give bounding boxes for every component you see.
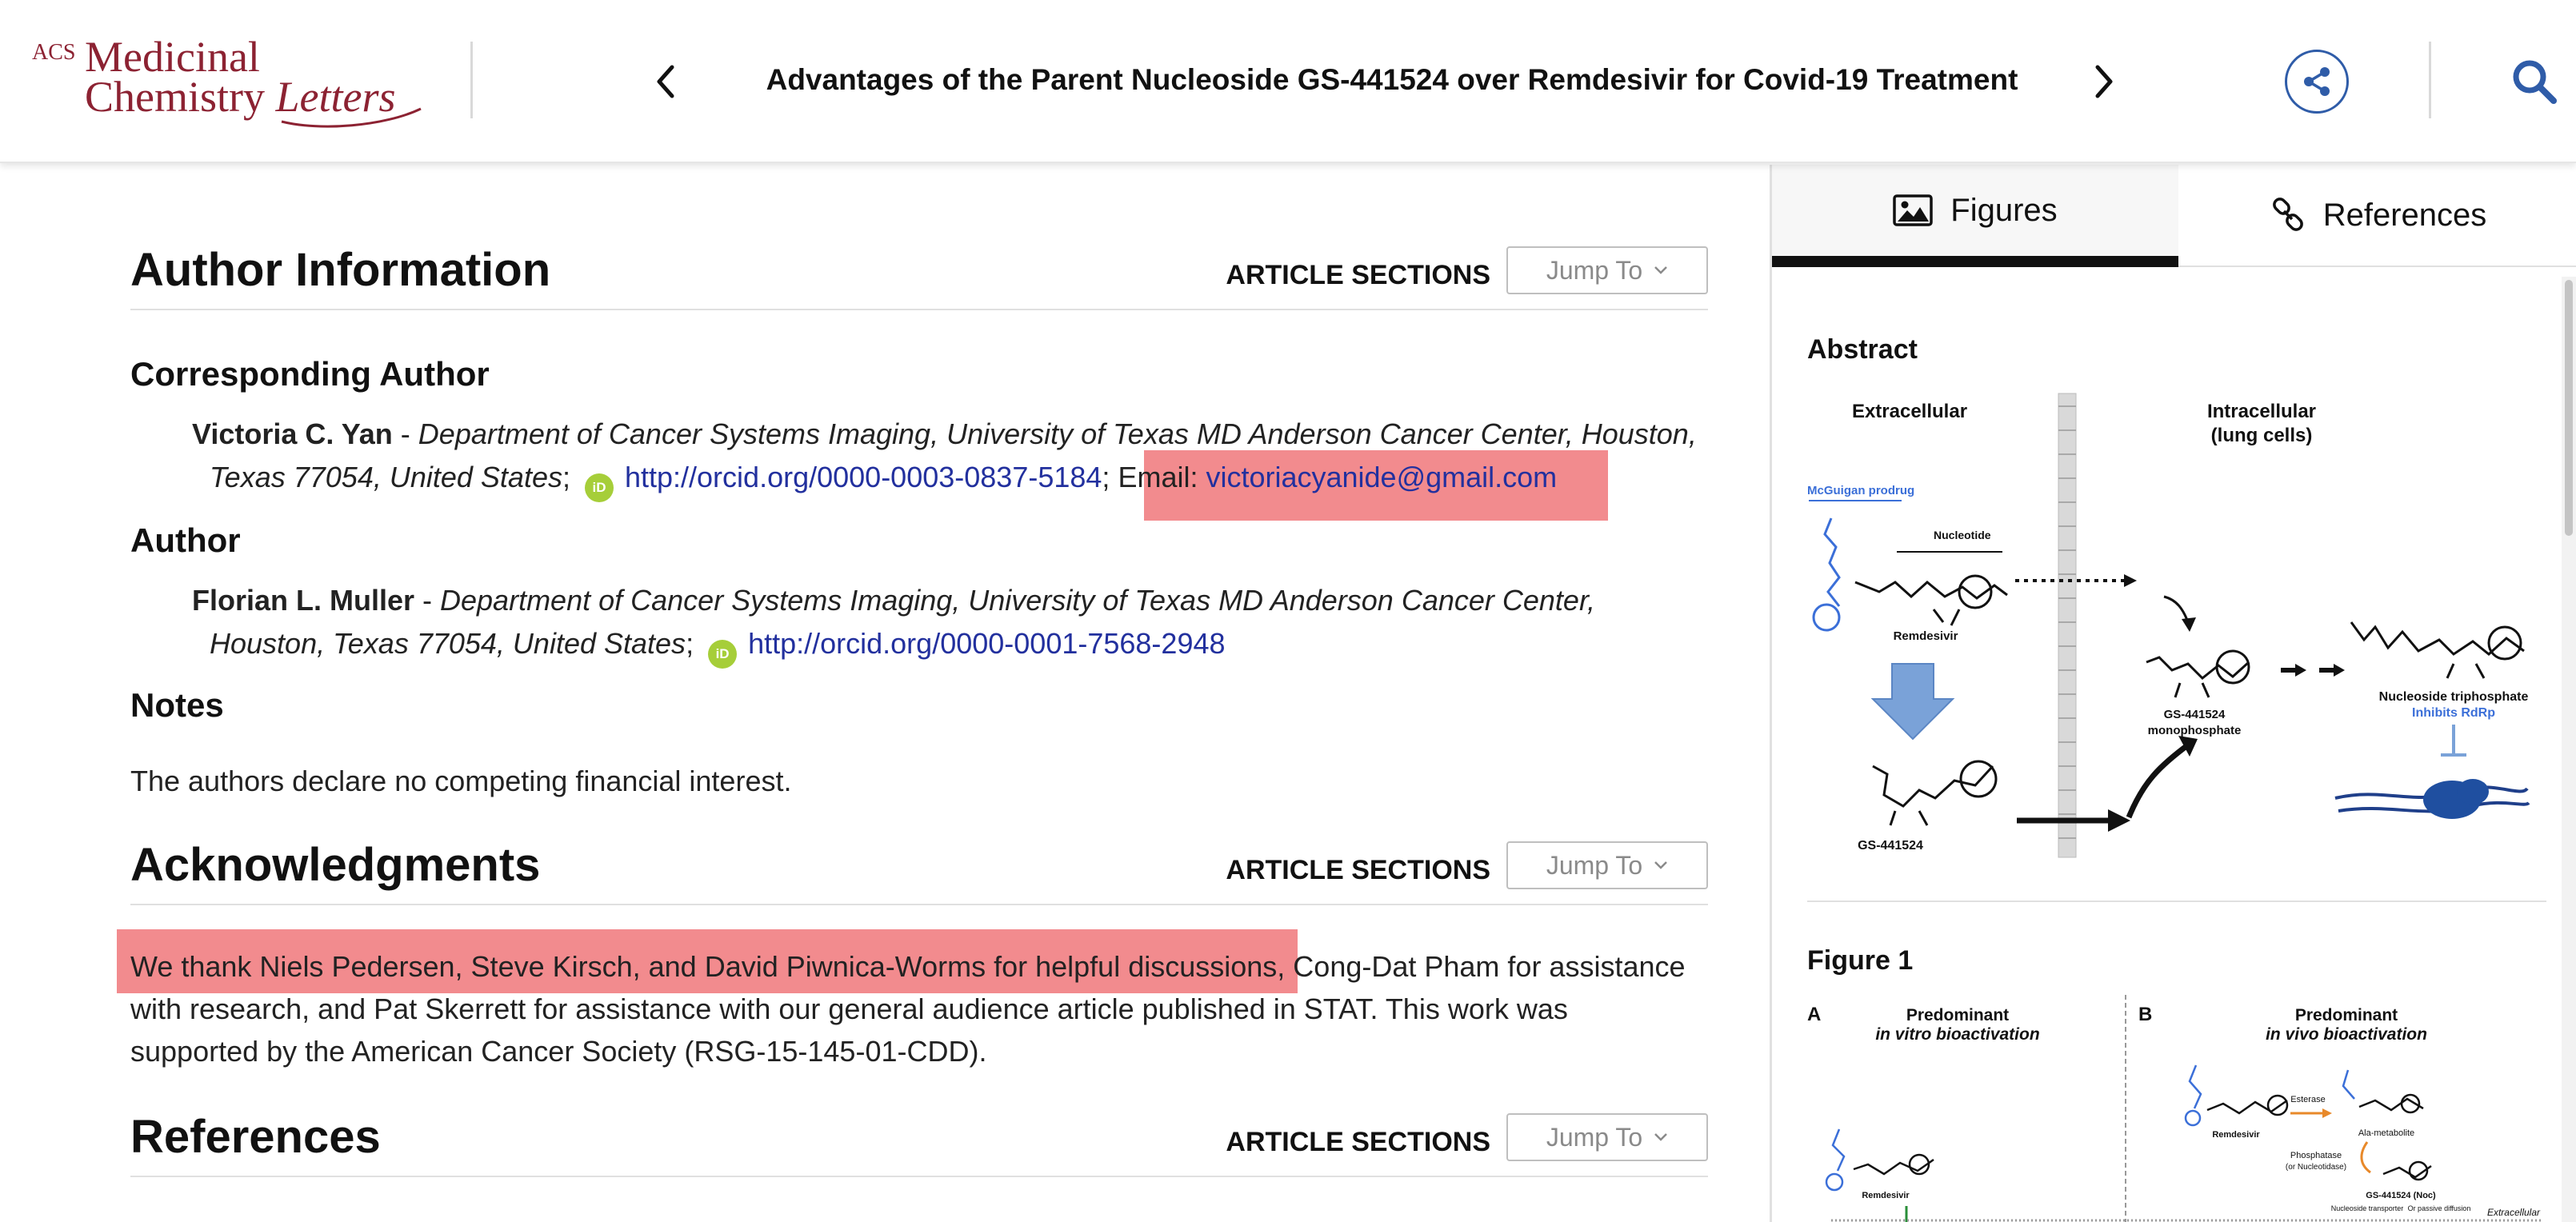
fig-text: Extracellular (1852, 401, 1967, 422)
abstract-graphic[interactable]: Extracellular Intracellular (lung cells)… (1807, 382, 2546, 862)
search-icon (2513, 60, 2557, 104)
svg-text:GS-441524: GS-441524 (2164, 708, 2226, 721)
header-divider (2429, 42, 2431, 118)
svg-text:Remdesivir: Remdesivir (2212, 1130, 2260, 1140)
svg-text:Ala-metabolite: Ala-metabolite (2358, 1128, 2414, 1138)
svg-text:in vitro bioactivation: in vitro bioactivation (1875, 1025, 2039, 1044)
header-divider (470, 42, 473, 118)
logo-swoosh (281, 107, 422, 128)
author-affiliation: Department of Cancer Systems Imaging, Un… (418, 417, 1697, 450)
corresponding-author-entry: Victoria C. Yan - Department of Cancer S… (192, 413, 1712, 502)
section-title: Author Information (130, 244, 551, 296)
svg-text:Remdesivir: Remdesivir (1862, 1191, 1910, 1200)
svg-text:Inhibits RdRp: Inhibits RdRp (2412, 706, 2495, 720)
figure-1-graphic[interactable]: A Predominant in vitro bioactivation B P… (1807, 993, 2546, 1222)
scrollbar-thumb[interactable] (2565, 280, 2573, 536)
svg-text:in vivo bioactivation: in vivo bioactivation (2266, 1025, 2427, 1044)
svg-text:GS-441524: GS-441524 (1858, 839, 1923, 853)
svg-text:Nucleotide: Nucleotide (1934, 529, 1991, 541)
email-link[interactable]: victoriacyanide@gmail.com (1206, 461, 1557, 493)
article-sections-label: ARTICLE SECTIONS (1226, 260, 1490, 290)
svg-text:Esterase: Esterase (2290, 1095, 2325, 1104)
search-button[interactable] (2504, 51, 2565, 112)
jump-to-dropdown[interactable]: Jump To (1506, 841, 1708, 889)
article-sections-label: ARTICLE SECTIONS (1226, 855, 1490, 885)
highlighted-acknowledgment: We thank Niels Pedersen, Steve Kirsch, a… (130, 950, 1286, 983)
figures-references-panel: Figures References Abstract Extracellula… (1770, 165, 2576, 1222)
article-sections-label: ARTICLE SECTIONS (1226, 1127, 1490, 1157)
svg-text:Phosphatase: Phosphatase (2290, 1151, 2342, 1160)
chevron-down-icon (1654, 1133, 1668, 1141)
svg-text:Nucleoside transporter: Nucleoside transporter (2331, 1204, 2404, 1212)
logo-acs: ACS (32, 40, 76, 65)
abstract-label: Abstract (1807, 334, 1918, 365)
article-content: Author Information ARTICLE SECTIONS Jump… (0, 165, 1770, 1222)
svg-text:Extracellular: Extracellular (2487, 1207, 2541, 1218)
author-name: Florian L. Muller (192, 584, 415, 617)
tab-label: Figures (1950, 192, 2058, 228)
svg-text:Remdesivir: Remdesivir (1894, 629, 1958, 643)
notes-text: The authors declare no competing financi… (130, 765, 792, 797)
svg-text:A: A (1807, 1004, 1821, 1025)
svg-text:(lung cells): (lung cells) (2211, 425, 2313, 446)
orcid-icon: iD (584, 473, 614, 502)
share-icon (2304, 67, 2330, 96)
journal-logo[interactable]: ACS Medicinal Chemistry Letters (32, 34, 422, 128)
prev-article-button[interactable] (650, 59, 682, 104)
figure-1-label: Figure 1 (1807, 945, 1914, 976)
author-entry: Florian L. Muller - Department of Cancer… (192, 579, 1712, 669)
orcid-icon: iD (708, 640, 738, 669)
chevron-down-icon (1654, 861, 1668, 869)
jump-to-dropdown[interactable]: Jump To (1506, 1113, 1708, 1161)
image-icon (1893, 194, 1934, 226)
jump-to-label: Jump To (1546, 255, 1643, 285)
jump-to-dropdown[interactable]: Jump To (1506, 246, 1708, 294)
svg-text:Intracellular: Intracellular (2207, 401, 2316, 422)
acknowledgments-text: We thank Niels Pedersen, Steve Kirsch, a… (130, 950, 1686, 1068)
corresponding-author-heading: Corresponding Author (130, 355, 490, 393)
svg-text:(or Nucleotidase): (or Nucleotidase) (2286, 1163, 2346, 1172)
svg-text:Or passive diffusion: Or passive diffusion (2408, 1204, 2471, 1212)
chevron-down-icon (1654, 266, 1668, 274)
author-name: Victoria C. Yan (192, 417, 393, 450)
section-title: References (130, 1111, 381, 1163)
svg-text:B: B (2138, 1004, 2152, 1025)
svg-text:McGuigan prodrug: McGuigan prodrug (1807, 484, 1914, 497)
jump-to-label: Jump To (1546, 1122, 1643, 1152)
tab-label: References (2322, 197, 2487, 233)
svg-text:GS-441524 (Noc): GS-441524 (Noc) (2366, 1191, 2436, 1200)
author-information-section-header: Author Information ARTICLE SECTIONS Jump… (130, 238, 1708, 310)
jump-to-label: Jump To (1546, 850, 1643, 880)
author-affiliation-cont: Houston, Texas 77054, United States (210, 627, 686, 660)
notes-heading: Notes (130, 686, 224, 724)
link-icon (2272, 198, 2303, 231)
svg-text:Nucleoside triphosphate: Nucleoside triphosphate (2379, 690, 2529, 704)
panel-scrollbar[interactable] (2562, 277, 2576, 1222)
tab-references[interactable]: References (2178, 165, 2576, 267)
svg-text:Predominant: Predominant (2295, 1006, 2398, 1024)
author-affiliation-cont: Texas 77054, United States (210, 461, 562, 493)
section-title: Acknowledgments (130, 839, 541, 891)
chevron-right-icon (2095, 65, 2113, 98)
top-header: ACS Medicinal Chemistry Letters Advantag… (0, 0, 2576, 163)
acknowledgments-section-header: Acknowledgments ARTICLE SECTIONS Jump To (130, 833, 1708, 905)
orcid-link[interactable]: http://orcid.org/0000-0003-0837-5184 (625, 461, 1102, 493)
svg-text:Predominant: Predominant (1906, 1006, 2009, 1024)
svg-text:monophosphate: monophosphate (2148, 724, 2242, 737)
email-text: Email: victoriacyanide@gmail.com (1118, 461, 1558, 493)
figure-separator (1807, 901, 2546, 902)
orcid-link[interactable]: http://orcid.org/0000-0001-7568-2948 (748, 627, 1225, 660)
author-heading: Author (130, 521, 241, 559)
next-article-button[interactable] (2088, 59, 2120, 104)
author-affiliation: Department of Cancer Systems Imaging, Un… (440, 584, 1595, 617)
references-section-header: References ARTICLE SECTIONS Jump To (130, 1105, 1708, 1177)
chevron-left-icon (657, 65, 674, 98)
share-button[interactable] (2285, 50, 2349, 114)
article-title: Advantages of the Parent Nucleoside GS-4… (766, 63, 2018, 96)
tab-figures[interactable]: Figures (1772, 165, 2178, 267)
